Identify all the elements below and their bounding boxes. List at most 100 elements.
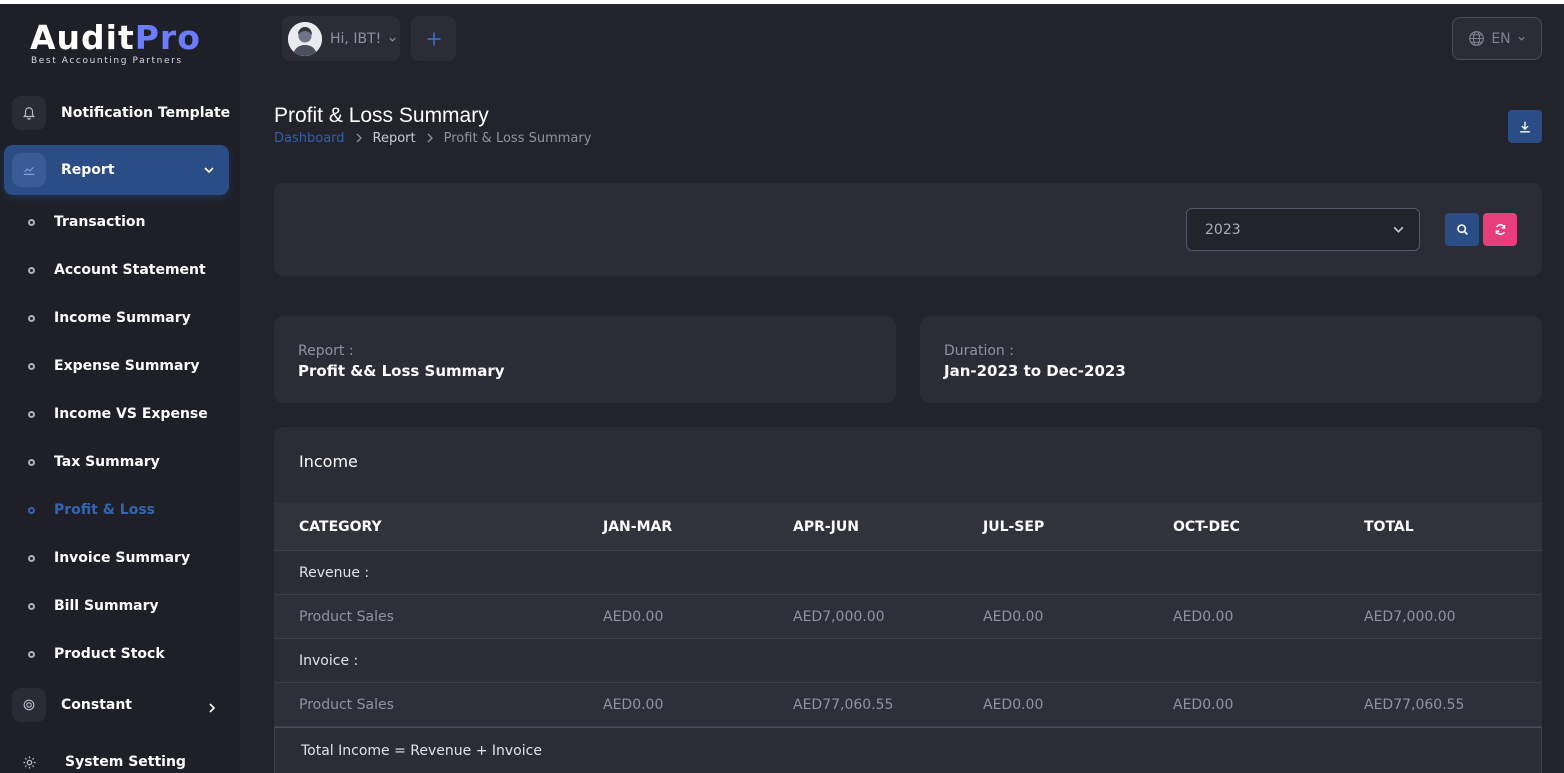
sidebar-item-label: System Setting [65,754,186,770]
refresh-icon [1495,224,1505,235]
bullet-icon [28,218,35,226]
chevron-right-icon [426,132,434,146]
sidebar-subitem-tax-summary[interactable]: Tax Summary [28,451,160,473]
sidebar-subitem-expense-summary[interactable]: Expense Summary [28,355,199,377]
income-table: CATEGORY JAN-MAR APR-JUN JUL-SEP OCT-DEC… [274,503,1542,773]
sidebar-item-report[interactable]: Report [4,145,229,195]
sidebar-subitem-label: Transaction [54,214,146,230]
sidebar-item-label: Notification Template [61,105,231,121]
chart-icon [12,153,46,187]
sidebar-item-notification-template[interactable]: Notification Template [12,96,230,130]
sidebar-item-constant[interactable]: Constant [12,688,216,722]
bullet-icon [28,362,35,370]
logo-text-audit: Audit [30,18,135,57]
table-cell: Product Sales [299,696,394,713]
search-icon [1456,224,1468,235]
language-label: EN [1491,30,1511,47]
chevron-down-icon [203,161,215,180]
sidebar-subitem-label: Account Statement [54,262,206,278]
bullet-icon [28,554,35,562]
sidebar-subitem-label: Profit & Loss [54,502,156,518]
report-info-card: Report : Profit && Loss Summary [274,316,896,403]
breadcrumb: Dashboard Report Profit & Loss Summary [274,131,591,146]
column-header: TOTAL [1364,518,1414,535]
group-label: Revenue : [299,564,370,581]
bullet-icon [28,602,35,610]
table-cell: AED0.00 [603,608,664,625]
column-header: OCT-DEC [1173,518,1240,535]
sidebar-subitem-transaction[interactable]: Transaction [28,211,146,233]
chevron-right-icon [355,132,363,146]
add-button[interactable] [411,16,456,61]
logo[interactable]: AuditPro Best Accounting Partners [30,18,201,67]
filter-card: 2023 [274,183,1542,276]
sidebar-subitem-product-stock[interactable]: Product Stock [28,643,165,665]
search-button[interactable] [1445,213,1479,246]
sidebar-subitem-income-vs-expense[interactable]: Income VS Expense [28,403,208,425]
table-row: Product Sales AED0.00 AED77,060.55 AED0.… [274,683,1542,727]
breadcrumb-report[interactable]: Report [373,131,416,146]
sidebar: AuditPro Best Accounting Partners Notifi… [0,4,240,773]
sidebar-item-system-setting[interactable]: System Setting [12,745,186,773]
sidebar-item-label: Constant [61,697,132,713]
table-header: CATEGORY JAN-MAR APR-JUN JUL-SEP OCT-DEC… [274,503,1542,551]
sidebar-subitem-income-summary[interactable]: Income Summary [28,307,191,329]
column-header: APR-JUN [793,518,859,535]
sidebar-subitem-label: Income VS Expense [54,406,208,422]
year-select[interactable]: 2023 [1186,208,1420,251]
table-cell: AED7,000.00 [793,608,885,625]
sidebar-subitem-bill-summary[interactable]: Bill Summary [28,595,159,617]
report-label: Report : [298,343,354,359]
breadcrumb-dashboard[interactable]: Dashboard [274,131,345,146]
gear-icon [12,745,46,773]
reset-button[interactable] [1483,213,1517,246]
download-button[interactable] [1508,110,1542,143]
table-cell: AED0.00 [983,696,1044,713]
bullet-icon [28,266,35,274]
sidebar-item-label: Report [61,162,115,178]
sidebar-subitem-label: Product Stock [54,646,165,662]
breadcrumb-current: Profit & Loss Summary [443,131,592,146]
chevron-down-icon [388,29,397,48]
table-cell: AED7,000.00 [1364,608,1456,625]
sidebar-subitem-label: Expense Summary [54,358,200,374]
user-greeting: Hi, IBT! [330,30,382,47]
sidebar-subitem-label: Tax Summary [54,454,160,470]
group-row-revenue: Revenue : [274,551,1542,595]
sidebar-subitem-invoice-summary[interactable]: Invoice Summary [28,547,190,569]
bullet-icon [28,650,35,658]
table-cell: AED77,060.55 [1364,696,1465,713]
duration-label: Duration : [944,343,1014,359]
column-header: CATEGORY [299,518,382,535]
duration-info-card: Duration : Jan-2023 to Dec-2023 [920,316,1542,403]
sidebar-subitem-label: Bill Summary [54,598,159,614]
chevron-down-icon [1518,36,1525,41]
income-card: Income CATEGORY JAN-MAR APR-JUN JUL-SEP … [274,427,1542,773]
column-header: JUL-SEP [983,518,1045,535]
table-cell: AED0.00 [983,608,1044,625]
sidebar-subitem-profit-loss[interactable]: Profit & Loss [28,499,155,521]
sidebar-subitem-label: Income Summary [54,310,191,326]
language-selector[interactable]: EN [1452,17,1542,60]
bullet-icon [28,458,35,466]
table-cell: AED0.00 [1173,608,1234,625]
total-income-label: Total Income = Revenue + Invoice [301,742,542,759]
user-menu[interactable]: Hi, IBT! [282,16,400,61]
table-cell: Product Sales [299,608,394,625]
income-title: Income [299,452,358,471]
bell-icon [12,96,46,130]
avatar [288,21,322,56]
report-value: Profit && Loss Summary [298,362,505,380]
bullet-icon [28,314,35,322]
constant-icon [12,688,46,722]
year-select-value: 2023 [1205,221,1241,238]
plus-icon [427,32,440,45]
column-header: JAN-MAR [603,518,673,535]
table-cell: AED0.00 [1173,696,1234,713]
table-cell: AED0.00 [603,696,664,713]
table-cell: AED77,060.55 [793,696,894,713]
bullet-icon [28,506,35,514]
total-income-row: Total Income = Revenue + Invoice [274,727,1542,773]
sidebar-subitem-account-statement[interactable]: Account Statement [28,259,206,281]
chevron-right-icon [206,699,218,718]
